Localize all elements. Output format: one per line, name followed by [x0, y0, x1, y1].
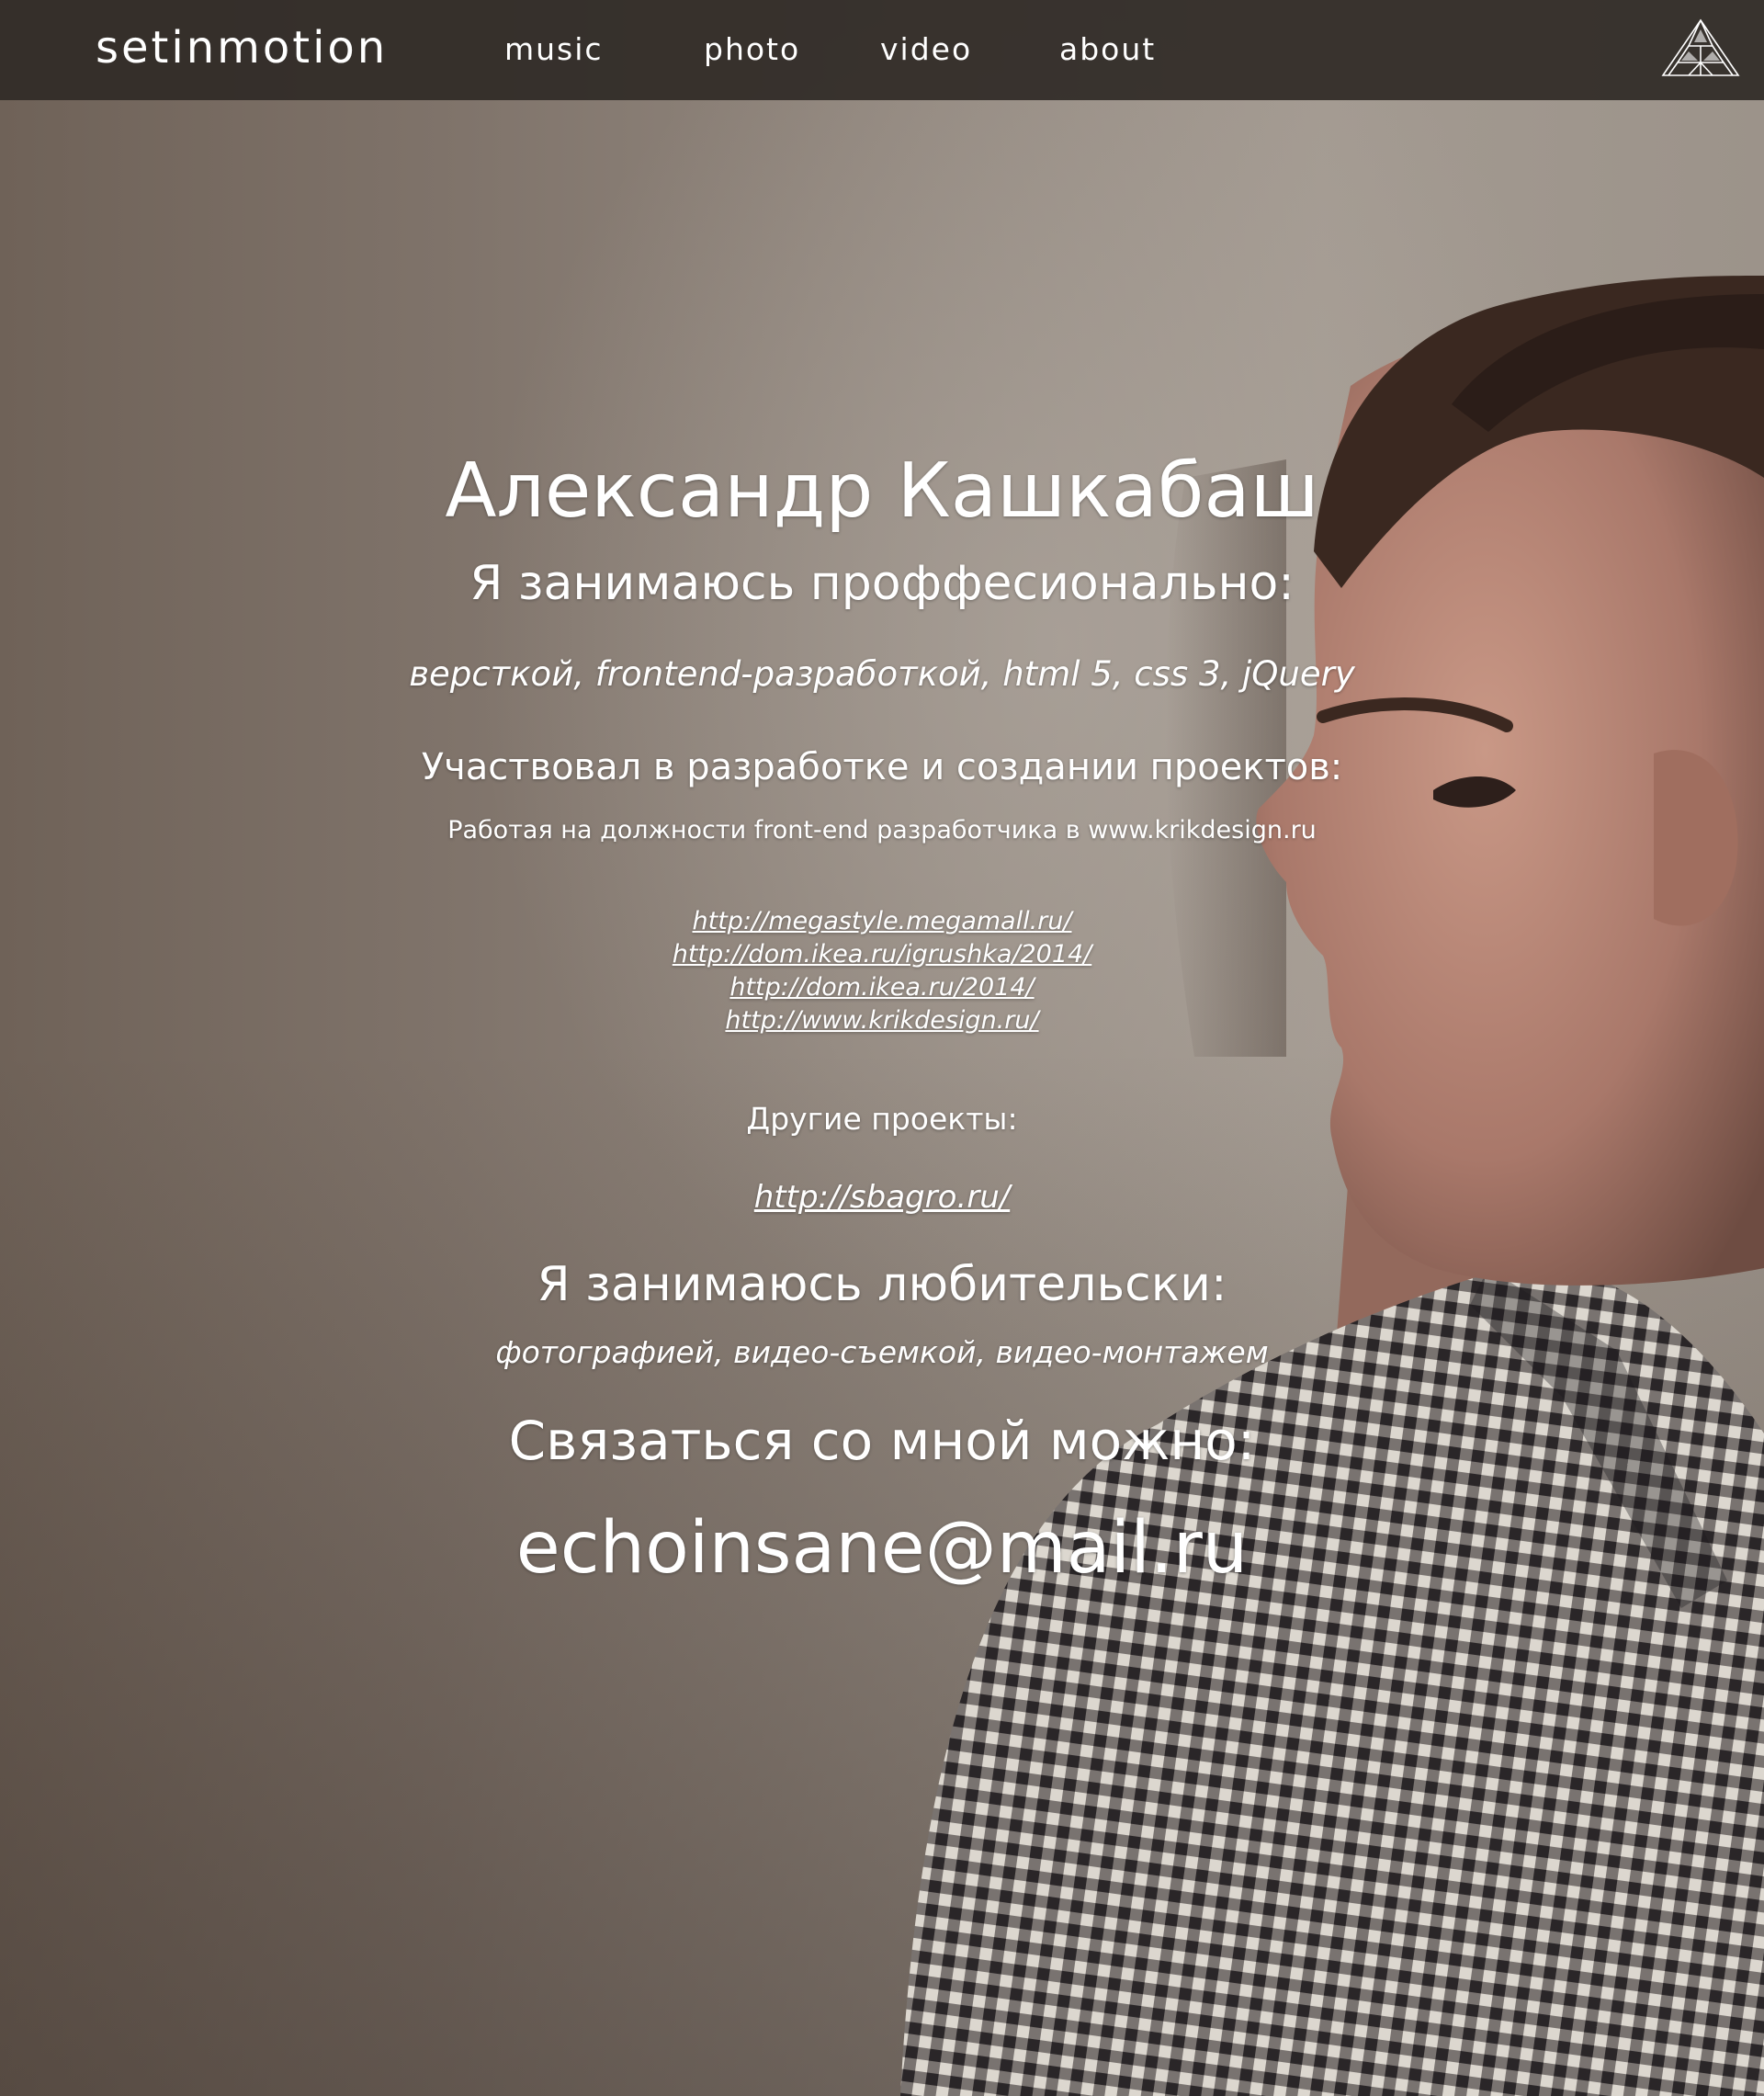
nav-item-music[interactable]: music	[504, 31, 604, 67]
projects-heading: Участвовал в разработке и создании проек…	[421, 746, 1343, 788]
nav-item-about[interactable]: about	[1059, 31, 1156, 67]
projects-subtitle: Работая на должности front-end разработч…	[447, 816, 1317, 844]
tree-icon[interactable]	[1661, 18, 1740, 77]
project-link[interactable]: http://www.krikdesign.ru/	[368, 1004, 1396, 1037]
portrait-photo	[900, 276, 1764, 2096]
project-links-list: http://megastyle.megamall.ru/ http://dom…	[368, 905, 1396, 1037]
site-logo[interactable]: setinmotion	[96, 22, 388, 74]
contact-heading: Связаться со мной можно:	[508, 1410, 1256, 1472]
professional-skills: версткой, frontend-разработкой, html 5, …	[409, 654, 1355, 694]
contact-email[interactable]: echoinsane@mail.ru	[368, 1507, 1396, 1590]
hobby-heading: Я занимаюсь любительски:	[537, 1257, 1227, 1312]
other-projects-heading: Другие проекты:	[746, 1101, 1018, 1137]
hobby-list: фотографией, видео-съемкой, видео-монтаж…	[495, 1334, 1269, 1370]
nav-item-video[interactable]: video	[880, 31, 972, 67]
project-link[interactable]: http://dom.ikea.ru/igrushka/2014/	[368, 938, 1396, 971]
top-navbar: setinmotion music photo video about	[0, 0, 1764, 100]
author-name: Александр Кашкабаш	[445, 448, 1319, 535]
project-link[interactable]: http://megastyle.megamall.ru/	[368, 905, 1396, 938]
nav-item-photo[interactable]: photo	[704, 31, 800, 67]
professional-heading: Я занимаюсь проффесионально:	[469, 556, 1295, 611]
other-project-link[interactable]: http://sbagro.ru/	[368, 1179, 1396, 1216]
project-link[interactable]: http://dom.ikea.ru/2014/	[368, 971, 1396, 1004]
